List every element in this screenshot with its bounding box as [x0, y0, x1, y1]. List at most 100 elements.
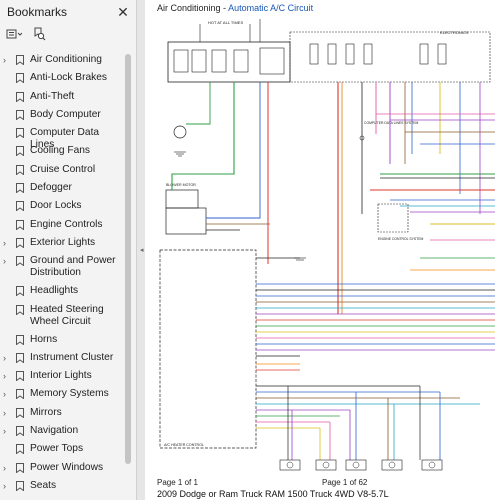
bookmark-icon	[16, 304, 24, 315]
bookmark-icon	[16, 256, 24, 267]
fuses	[173, 43, 447, 75]
bookmark-label: Memory Systems	[30, 388, 109, 400]
bookmark-icon	[16, 91, 24, 102]
bookmark-label: Horns	[30, 333, 58, 345]
bookmark-label: Headlights	[30, 285, 79, 297]
computer-data-label: COMPUTER DATA LINES SYSTEM	[364, 121, 418, 125]
bookmark-icon	[16, 286, 24, 297]
bookmark-icon	[16, 55, 24, 65]
bookmark-label: Body Computer	[30, 108, 101, 120]
bookmark-icon	[16, 128, 24, 139]
blower-motor-label: BLOWER MOTOR	[166, 183, 196, 187]
bookmarks-title: Bookmarks	[7, 5, 68, 19]
bookmark-label: Navigation	[30, 425, 79, 437]
list-options-icon	[6, 29, 22, 39]
bookmark-label: Door Locks	[30, 200, 82, 212]
bookmark-item[interactable]: › Air Conditioning	[0, 54, 124, 72]
close-icon[interactable]: ✕	[116, 4, 130, 20]
hot-at-label: HOT AT ALL TIMES	[208, 20, 243, 25]
blower-motor-symbol	[173, 125, 187, 139]
bookmark-label: Power Tops	[30, 443, 84, 455]
page-indicator: Page 1 of 62	[322, 478, 368, 487]
bookmark-item[interactable]: Cruise Control	[0, 164, 124, 182]
chevron-right-icon[interactable]: ›	[3, 425, 13, 437]
document-page: Air Conditioning - Automatic A/C Circuit…	[150, 0, 495, 500]
bookmark-label: Engine Controls	[30, 218, 103, 230]
engine-control-label: ENGINE CONTROL SYSTEM	[378, 237, 423, 241]
bookmark-icon	[16, 407, 24, 418]
bookmark-icon	[16, 444, 24, 455]
chevron-right-icon[interactable]: ›	[3, 388, 13, 400]
bookmark-label: Cruise Control	[30, 163, 96, 175]
collapse-panel-icon[interactable]: ◂	[140, 246, 144, 254]
bookmark-label: Heated Steering Wheel Circuit	[30, 303, 104, 327]
bookmark-label: Exterior Lights	[30, 236, 96, 248]
bookmark-item[interactable]: Computer Data Lines	[0, 127, 124, 150]
bookmark-icon	[16, 426, 24, 437]
bookmark-icon	[16, 183, 24, 194]
bookmark-icon	[16, 480, 24, 491]
bookmark-item[interactable]: Body Computer	[0, 109, 124, 127]
bookmark-item[interactable]: Headlights	[0, 285, 124, 303]
find-bookmark-button[interactable]	[32, 27, 46, 41]
scrollbar-thumb[interactable]	[125, 54, 131, 464]
bookmark-options-button[interactable]	[6, 28, 22, 40]
bookmark-label: Air Conditioning	[30, 54, 102, 65]
bookmarks-toolbar	[0, 24, 136, 44]
chevron-right-icon[interactable]: ›	[3, 54, 13, 66]
bookmark-icon	[16, 352, 24, 363]
bookmark-icon	[16, 73, 24, 84]
bookmark-label: Interior Lights	[30, 370, 92, 382]
bookmark-item[interactable]: › Interior Lights	[0, 370, 124, 388]
bookmark-item[interactable]: › Memory Systems	[0, 388, 124, 406]
document-caption: 2009 Dodge or Ram Truck RAM 1500 Truck 4…	[157, 489, 389, 499]
bookmark-label: Anti-Lock Brakes	[30, 72, 108, 84]
bookmark-item[interactable]: › Exterior Lights	[0, 237, 124, 255]
bookmark-item[interactable]: › Instrument Cluster	[0, 352, 124, 370]
bookmark-item[interactable]: Anti-Lock Brakes	[0, 72, 124, 90]
bookmark-item[interactable]: Cooling Fans	[0, 145, 124, 163]
bookmark-item[interactable]: Anti-Theft	[0, 91, 124, 109]
bookmark-item[interactable]: › Mirrors	[0, 407, 124, 425]
bookmark-icon	[16, 237, 24, 248]
wiring-diagram: HOT AT ALL TIMES ELECTRONICS BLOWER MOTO…	[159, 19, 495, 471]
bookmark-item[interactable]: Door Locks	[0, 200, 124, 218]
chevron-right-icon[interactable]: ›	[3, 407, 13, 419]
page-indicator-left: Page 1 of 1	[157, 478, 198, 487]
chevron-right-icon[interactable]: ›	[3, 255, 13, 267]
blower-motor-box	[165, 189, 199, 209]
bookmark-label: Instrument Cluster	[30, 351, 114, 363]
bookmarks-scrollbar[interactable]	[124, 52, 132, 498]
ac-heater-control-box	[159, 249, 257, 449]
chevron-right-icon[interactable]: ›	[3, 480, 13, 492]
chevron-right-icon[interactable]: ›	[3, 352, 13, 364]
chevron-right-icon[interactable]: ›	[3, 370, 13, 382]
bookmark-item[interactable]: Defogger	[0, 182, 124, 200]
power-block	[289, 31, 491, 83]
chevron-right-icon[interactable]: ›	[3, 237, 13, 249]
chevron-right-icon[interactable]: ›	[3, 462, 13, 474]
bookmark-item[interactable]: Engine Controls	[0, 219, 124, 237]
bookmark-item[interactable]: › Seats	[0, 480, 124, 498]
bookmark-label: Defogger	[30, 182, 72, 194]
page-title: Air Conditioning - Automatic A/C Circuit	[157, 3, 314, 13]
bookmark-item[interactable]: Horns	[0, 334, 124, 352]
ac-heater-control-label: A/C HEATER CONTROL	[164, 443, 204, 447]
bookmark-item[interactable]: › Power Windows	[0, 462, 124, 480]
bookmark-item[interactable]: Power Tops	[0, 443, 124, 461]
title-link[interactable]: Automatic A/C Circuit	[228, 3, 313, 13]
bookmarks-panel: Bookmarks ✕ › Air Conditioning Anti-Lock …	[0, 0, 137, 500]
bookmark-label: Power Windows	[30, 461, 104, 473]
bookmark-icon	[16, 164, 24, 175]
title-main: Air Conditioning	[157, 3, 221, 13]
bookmark-item[interactable]: › Ground and Power Distribution	[0, 255, 124, 285]
bookmark-label: Ground and Power Distribution	[30, 255, 116, 279]
bookmark-icon	[16, 389, 24, 400]
bookmark-icon	[16, 462, 24, 473]
bookmark-label: Seats	[30, 479, 57, 491]
bookmark-item[interactable]: Heated Steering Wheel Circuit	[0, 304, 124, 334]
bookmark-icon	[16, 109, 24, 120]
bookmark-item[interactable]: › Navigation	[0, 425, 124, 443]
bookmark-icon	[16, 146, 24, 157]
electronics-label: ELECTRONICS	[440, 30, 469, 35]
